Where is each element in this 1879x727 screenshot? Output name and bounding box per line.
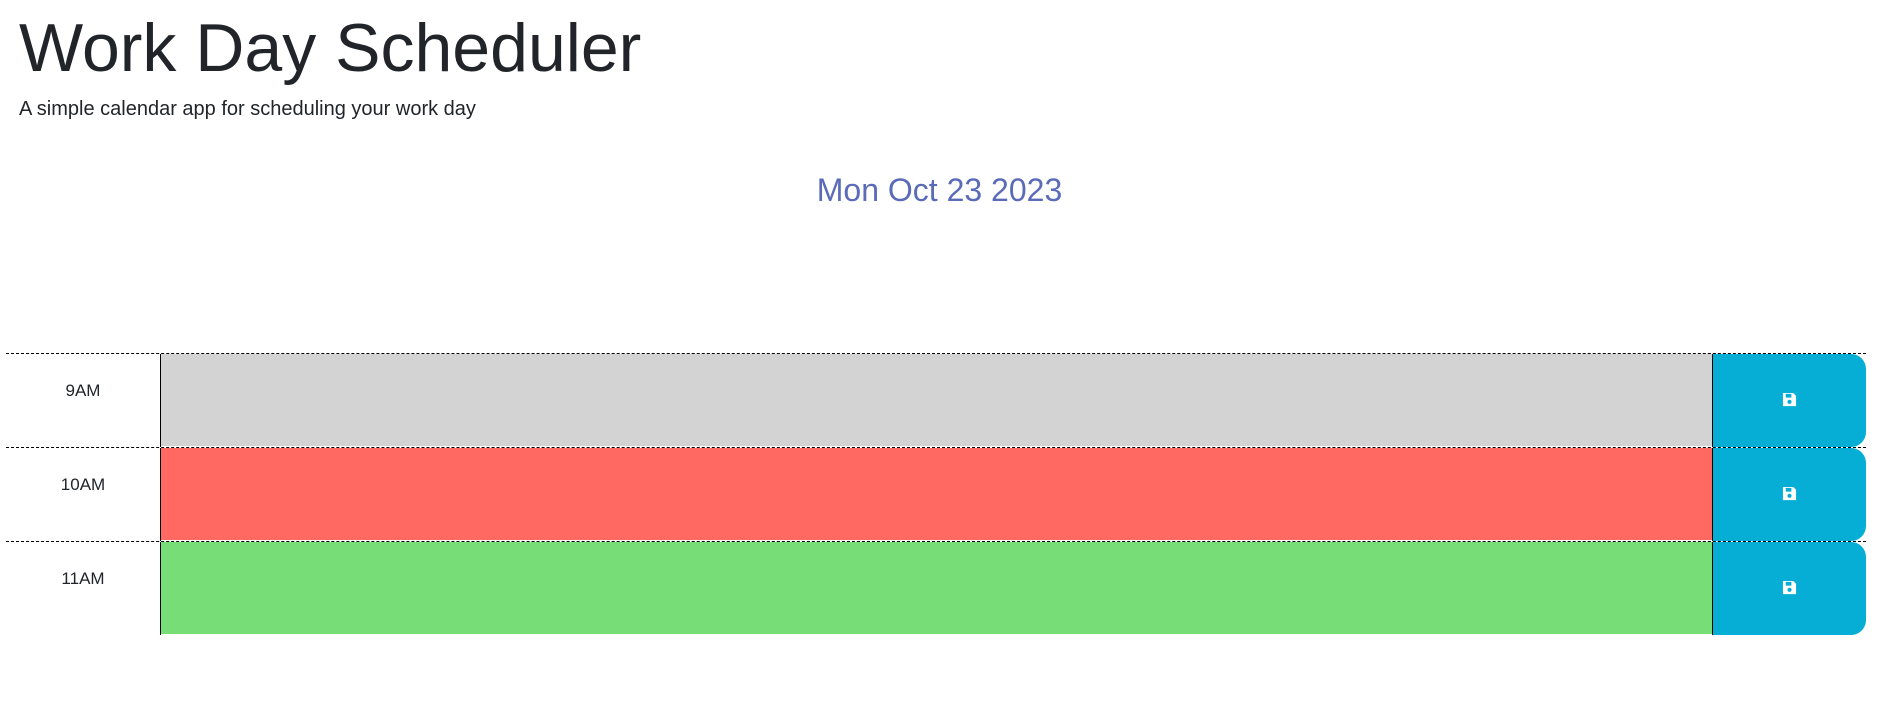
time-block-10am: 10AM bbox=[6, 447, 1866, 541]
floppy-disk-icon bbox=[1782, 580, 1797, 598]
page-header: Work Day Scheduler A simple calendar app… bbox=[0, 0, 1879, 350]
floppy-disk-icon bbox=[1782, 392, 1797, 410]
save-button[interactable] bbox=[1712, 354, 1866, 447]
current-day: Mon Oct 23 2023 bbox=[816, 172, 1063, 208]
hour-label: 11AM bbox=[6, 542, 161, 635]
save-button[interactable] bbox=[1712, 542, 1866, 635]
schedule-container: 9AM 10AM 11AM bbox=[6, 353, 1866, 635]
save-button[interactable] bbox=[1712, 448, 1866, 541]
floppy-disk-icon bbox=[1782, 486, 1797, 504]
event-description-input[interactable] bbox=[161, 448, 1712, 541]
hour-label: 9AM bbox=[6, 354, 161, 447]
event-description-input[interactable] bbox=[161, 542, 1712, 635]
app-title: Work Day Scheduler bbox=[19, 10, 642, 86]
app-subtitle: A simple calendar app for scheduling you… bbox=[19, 98, 476, 120]
event-description-input[interactable] bbox=[161, 354, 1712, 447]
hour-label: 10AM bbox=[6, 448, 161, 541]
time-block-11am: 11AM bbox=[6, 541, 1866, 635]
time-block-9am: 9AM bbox=[6, 353, 1866, 447]
